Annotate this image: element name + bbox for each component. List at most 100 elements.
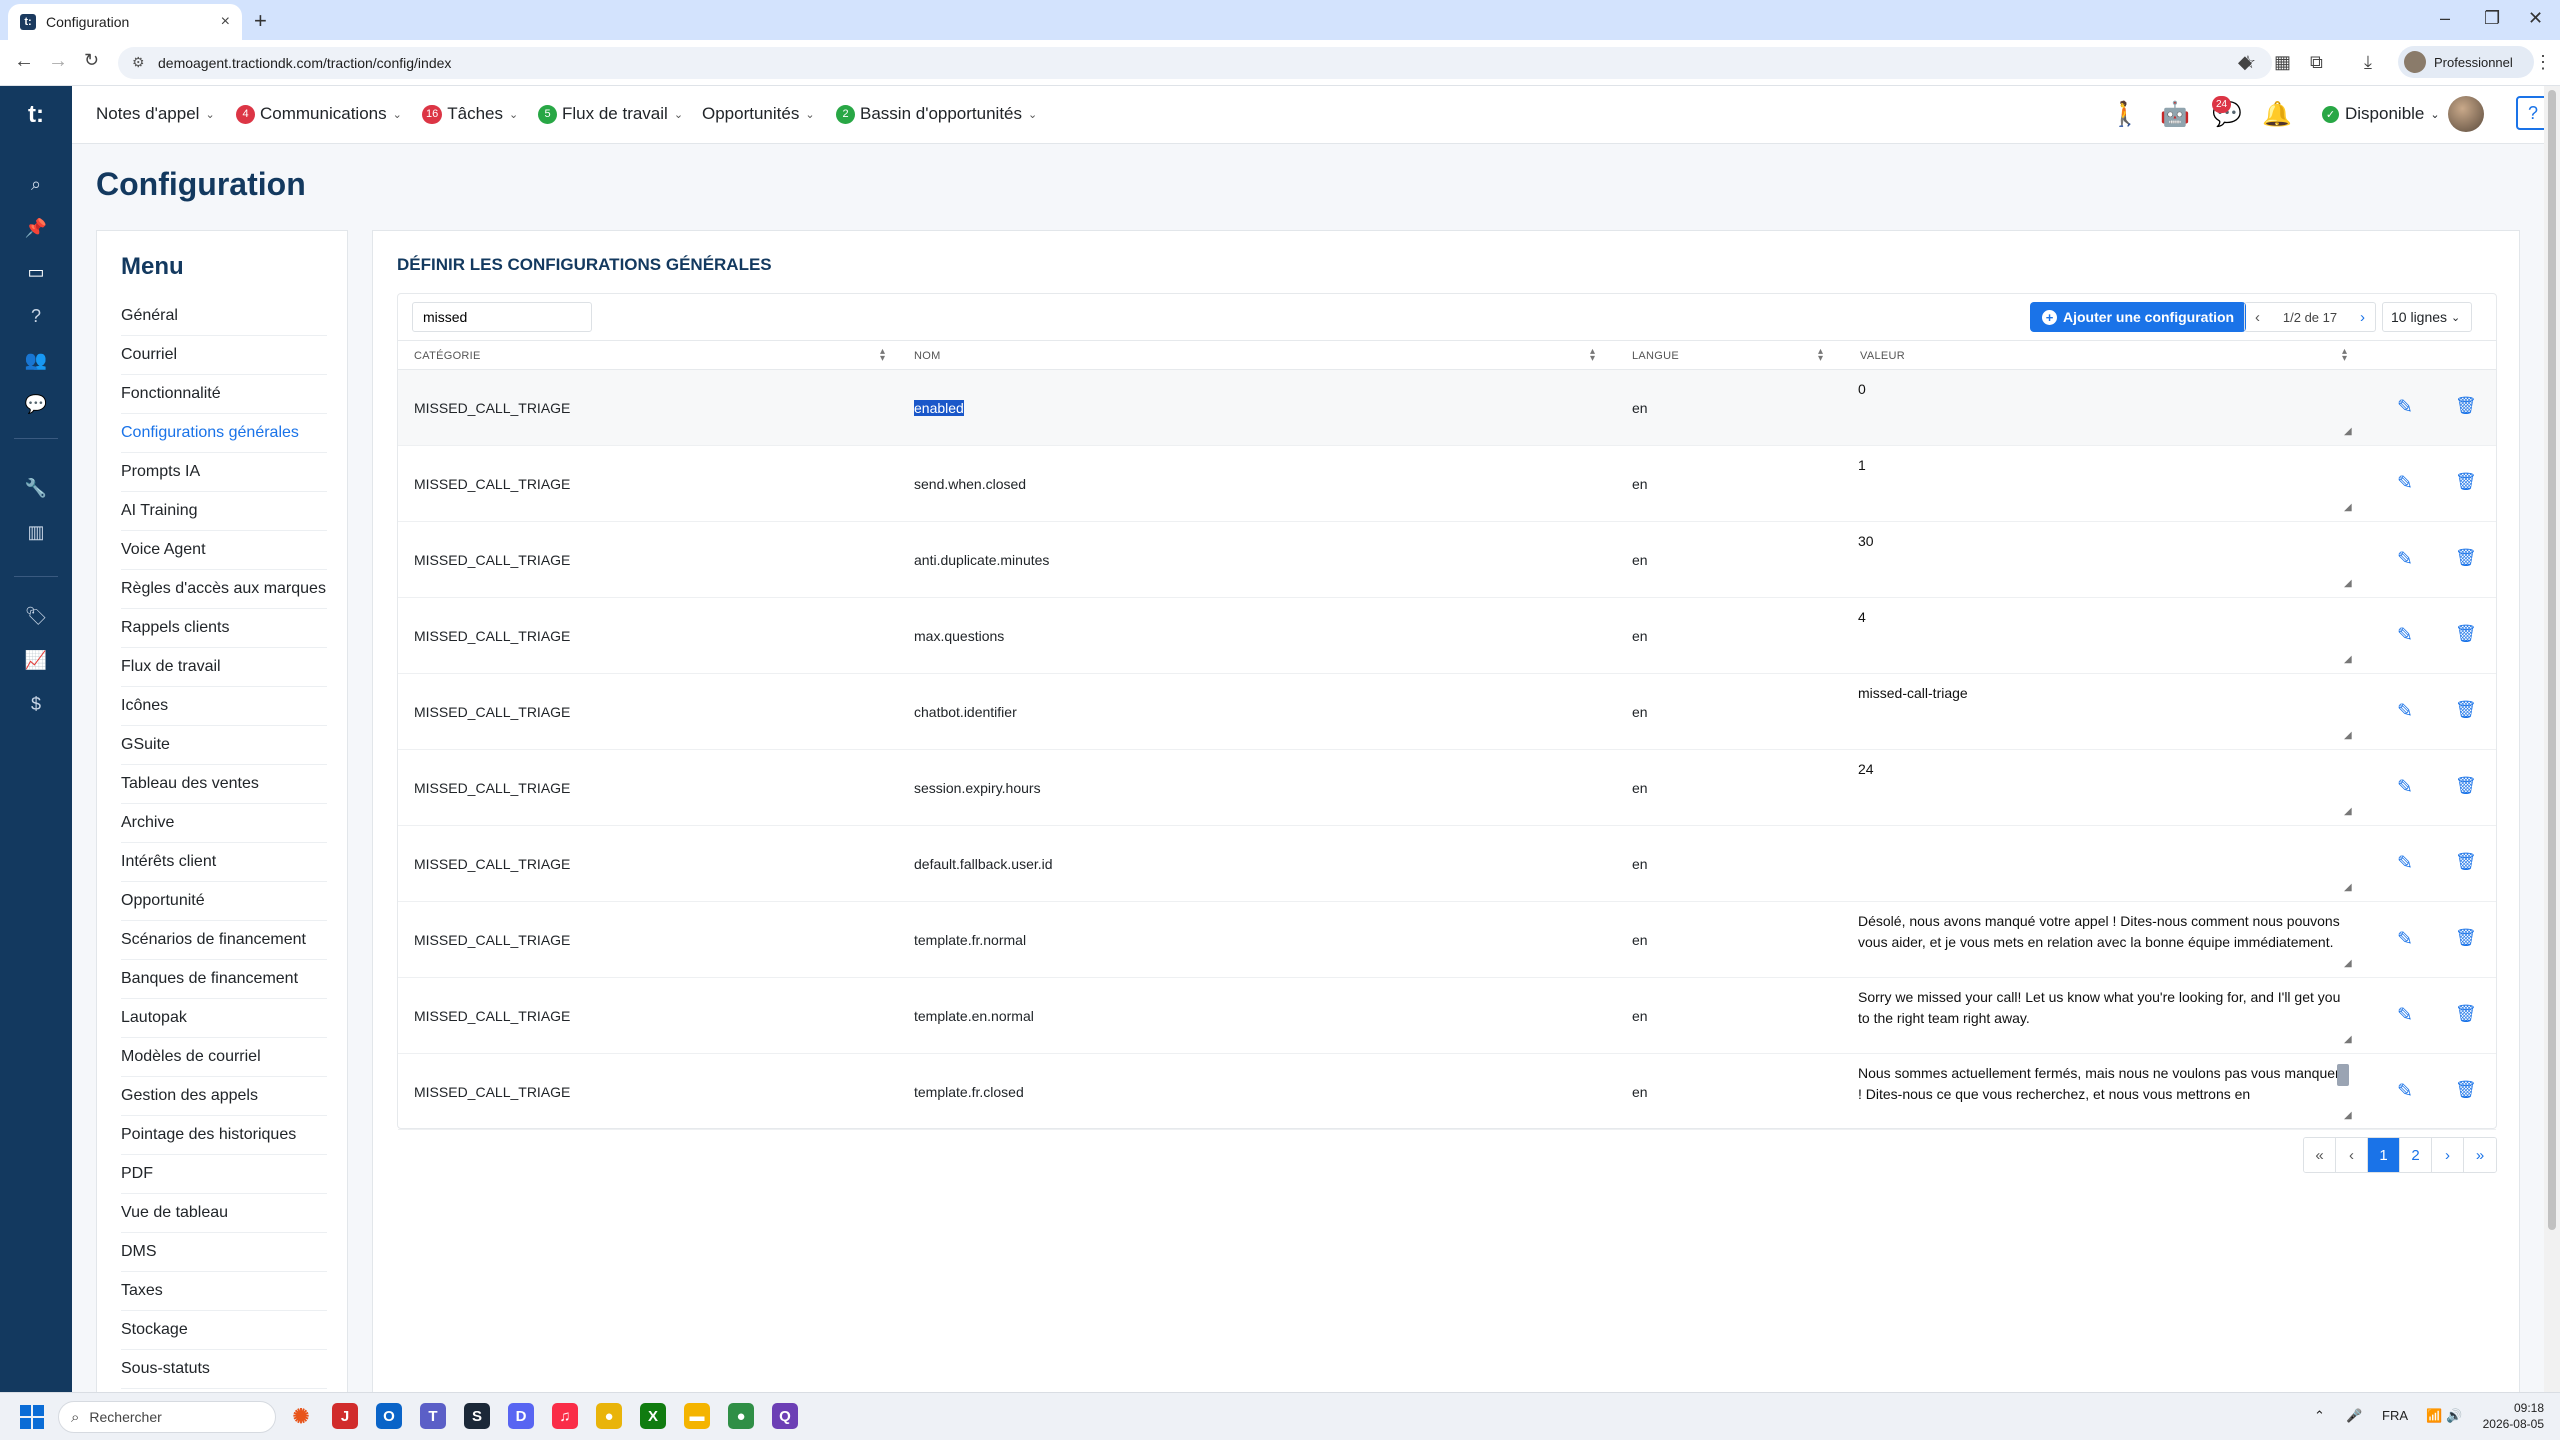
edit-pencil-icon[interactable]: ✎	[2397, 928, 2413, 951]
sort-icon[interactable]: ▴ ▾	[1590, 347, 1595, 364]
trash-icon[interactable]: 🗑	[2455, 624, 2477, 644]
resize-handle-icon[interactable]: ◢	[2344, 882, 2352, 893]
chart-icon[interactable]: 📈	[0, 642, 72, 678]
menu-item[interactable]: Archive	[121, 804, 327, 843]
chevron-right-icon[interactable]: ›	[2360, 309, 2365, 326]
volume-icon[interactable]: 🔊	[2446, 1408, 2462, 1424]
resize-handle-icon[interactable]: ◢	[2344, 426, 2352, 437]
trash-icon[interactable]: 🗑	[2455, 472, 2477, 492]
value-textarea[interactable]: 4	[1858, 607, 2361, 665]
value-textarea[interactable]: 1	[1858, 455, 2361, 513]
help-circle-icon[interactable]: ?	[0, 298, 72, 334]
trash-icon[interactable]: 🗑	[2455, 776, 2477, 796]
microphone-icon[interactable]: 🎤	[2346, 1408, 2362, 1424]
spark-app-icon[interactable]: ✺	[288, 1403, 314, 1429]
site-info-icon[interactable]: ⚙	[132, 54, 145, 71]
chrome-app-icon[interactable]: ●	[596, 1403, 622, 1429]
chevron-left-icon[interactable]: ‹	[2255, 309, 2260, 326]
edit-pencil-icon[interactable]: ✎	[2397, 548, 2413, 571]
edit-pencil-icon[interactable]: ✎	[2397, 1080, 2413, 1103]
reload-icon[interactable]: ↻	[84, 50, 99, 71]
pin-icon[interactable]: 📌	[0, 210, 72, 246]
resize-handle-icon[interactable]: ◢	[2344, 654, 2352, 665]
resize-handle-icon[interactable]: ◢	[2344, 578, 2352, 589]
download-icon[interactable]: ⤓	[2364, 52, 2372, 73]
pagination-item[interactable]: »	[2464, 1138, 2496, 1172]
nav-taches[interactable]: 16 Tâches ⌄	[422, 104, 518, 124]
teams-app-icon[interactable]: T	[420, 1403, 446, 1429]
resize-handle-icon[interactable]: ◢	[2344, 958, 2352, 969]
tag-icon[interactable]: 🏷	[0, 598, 72, 634]
edit-pencil-icon[interactable]: ✎	[2397, 624, 2413, 647]
menu-item[interactable]: Prompts IA	[121, 453, 327, 492]
menu-item[interactable]: AI Training	[121, 492, 327, 531]
menu-item[interactable]: GSuite	[121, 726, 327, 765]
menu-item[interactable]: Scénarios de financement	[121, 921, 327, 960]
address-bar[interactable]: ⚙ demoagent.tractiondk.com/traction/conf…	[118, 47, 2272, 79]
value-textarea[interactable]: Désolé, nous avons manqué votre appel ! …	[1858, 911, 2361, 969]
column-header-categorie[interactable]: CATÉGORIE	[414, 350, 481, 362]
sort-icon[interactable]: ▴ ▾	[880, 347, 885, 364]
users-icon[interactable]: 👥	[0, 342, 72, 378]
nav-bassin-opportunites[interactable]: 2 Bassin d'opportunités ⌄	[836, 104, 1037, 124]
edit-pencil-icon[interactable]: ✎	[2397, 472, 2413, 495]
edit-pencil-icon[interactable]: ✎	[2397, 776, 2413, 799]
menu-item[interactable]: DMS	[121, 1233, 327, 1272]
column-header-nom[interactable]: NOM	[914, 350, 941, 362]
profile-chip[interactable]: Professionnel	[2398, 46, 2534, 78]
walk-icon[interactable]: 🚶	[2110, 100, 2140, 129]
taskbar-search[interactable]: ⌕ Rechercher	[58, 1401, 276, 1433]
availability-status[interactable]: ✓ Disponible ⌄	[2322, 104, 2440, 124]
rows-per-page-select[interactable]: 10 lignes ⌄	[2382, 302, 2472, 332]
menu-item[interactable]: Voice Agent	[121, 531, 327, 570]
menu-item[interactable]: Général	[121, 297, 327, 336]
calendar-extension-icon[interactable]: ▦	[2274, 52, 2291, 73]
menu-item[interactable]: Fonctionnalité	[121, 375, 327, 414]
forward-icon[interactable]: →	[48, 50, 68, 73]
steam-app-icon[interactable]: S	[464, 1403, 490, 1429]
value-textarea[interactable]: 0	[1858, 379, 2361, 437]
folder-app-icon[interactable]: ▬	[684, 1403, 710, 1429]
trash-icon[interactable]: 🗑	[2455, 548, 2477, 568]
menu-item[interactable]: Stockage	[121, 1311, 327, 1350]
wifi-icon[interactable]: 📶	[2426, 1408, 2442, 1424]
edit-pencil-icon[interactable]: ✎	[2397, 396, 2413, 419]
sort-icon[interactable]: ▴ ▾	[1818, 347, 1823, 364]
value-textarea[interactable]: 24	[1858, 759, 2361, 817]
bell-icon[interactable]: 🔔	[2262, 100, 2292, 129]
trash-icon[interactable]: 🗑	[2455, 852, 2477, 872]
menu-item[interactable]: Règles d'accès aux marques	[121, 570, 327, 609]
new-tab-icon[interactable]: +	[254, 8, 267, 34]
board-icon[interactable]: ▥	[0, 514, 72, 550]
search-input[interactable]	[412, 302, 592, 332]
menu-item[interactable]: Lautopak	[121, 999, 327, 1038]
pagination-item[interactable]: «	[2304, 1138, 2336, 1172]
column-header-langue[interactable]: LANGUE	[1632, 350, 1679, 362]
nav-notes-appel[interactable]: Notes d'appel ⌄	[96, 104, 215, 124]
robot-icon[interactable]: 🤖	[2160, 100, 2190, 129]
menu-item[interactable]: Taxes	[121, 1272, 327, 1311]
menu-item[interactable]: Vue de tableau	[121, 1194, 327, 1233]
clock[interactable]: 09:18 2026-08-05	[2474, 1400, 2544, 1432]
menu-item[interactable]: Courriel	[121, 336, 327, 375]
extension-icon[interactable]: ◆	[2238, 52, 2252, 73]
column-header-valeur[interactable]: VALEUR	[1860, 350, 1905, 362]
menu-item[interactable]: PDF	[121, 1155, 327, 1194]
pagination-item[interactable]: ‹	[2336, 1138, 2368, 1172]
browser-menu-icon[interactable]: ⋮	[2534, 52, 2552, 73]
pagination-item[interactable]: 2	[2400, 1138, 2432, 1172]
wrench-icon[interactable]: 🔧	[0, 470, 72, 506]
menu-item[interactable]: Sous-statuts	[121, 1350, 327, 1389]
sort-icon[interactable]: ▴ ▾	[2342, 347, 2347, 364]
menu-item[interactable]: Pointage des historiques	[121, 1116, 327, 1155]
app-logo[interactable]: t:	[0, 86, 72, 144]
edit-pencil-icon[interactable]: ✎	[2397, 1004, 2413, 1027]
chat-icon[interactable]: 💬	[0, 386, 72, 422]
value-textarea[interactable]	[1858, 835, 2361, 893]
menu-item[interactable]: Opportunité	[121, 882, 327, 921]
jetbrains-app-icon[interactable]: J	[332, 1403, 358, 1429]
textarea-scrollbar[interactable]	[2337, 1064, 2349, 1086]
menu-item[interactable]: Flux de travail	[121, 648, 327, 687]
xbox-app-icon[interactable]: X	[640, 1403, 666, 1429]
add-configuration-button[interactable]: + Ajouter une configuration	[2030, 302, 2247, 332]
